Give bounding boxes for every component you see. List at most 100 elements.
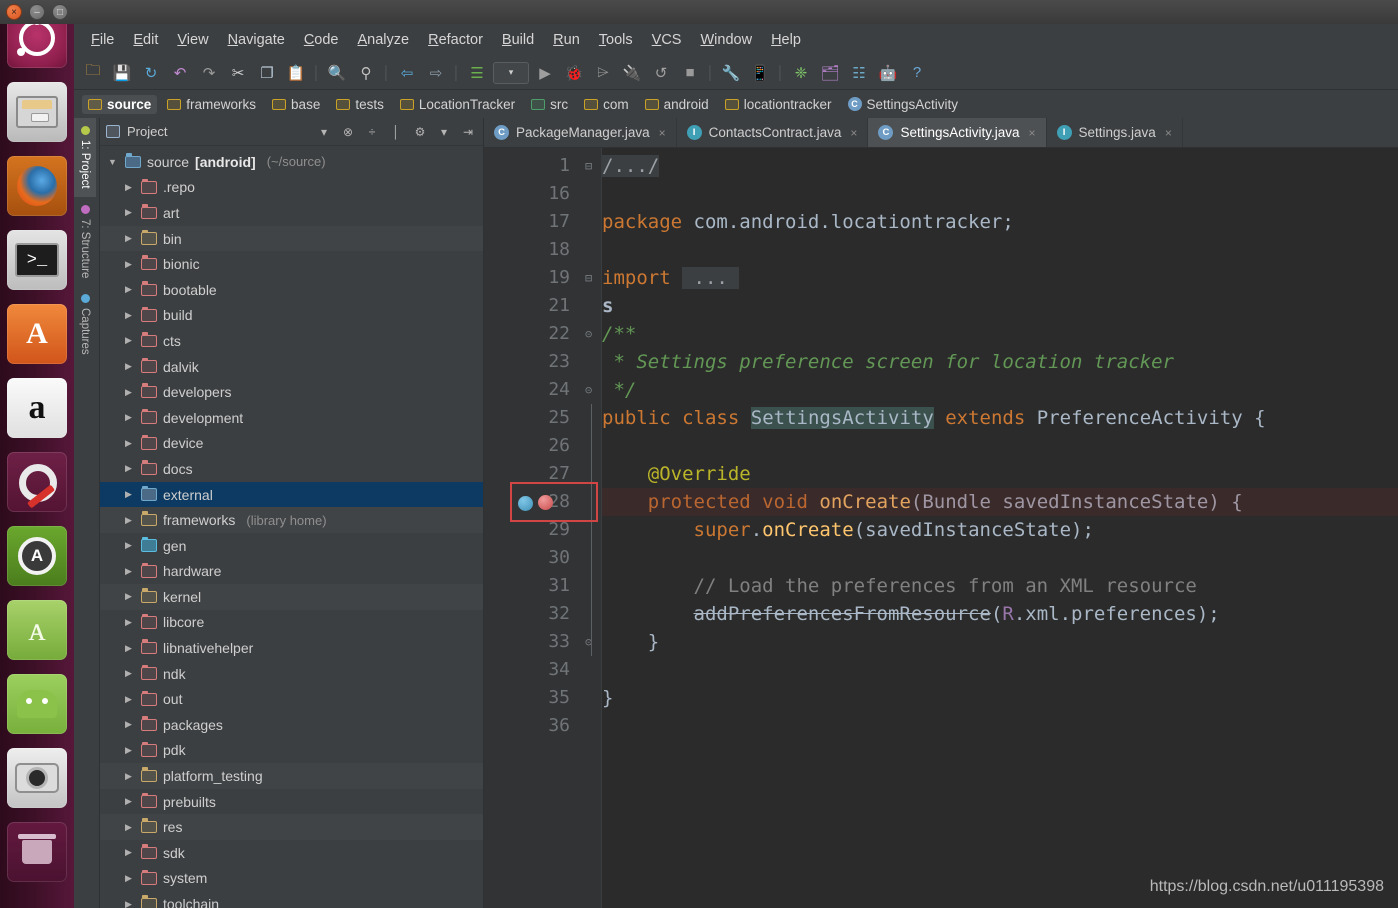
breadcrumb-item-android[interactable]: android	[639, 95, 715, 114]
tree-item-frameworks[interactable]: ▶ frameworks (library home)	[100, 507, 483, 533]
dock-item-files[interactable]	[7, 82, 67, 142]
tree-item-bionic[interactable]: ▶ bionic	[100, 251, 483, 277]
menu-item-analyze[interactable]: Analyze	[349, 29, 419, 51]
chevron-right-icon[interactable]: ▶	[122, 463, 135, 474]
tree-item-packages[interactable]: ▶ packages	[100, 712, 483, 738]
breadcrumb-item-base[interactable]: base	[266, 95, 326, 114]
editor-tab-contactscontract[interactable]: I ContactsContract.java ×	[677, 118, 869, 147]
menu-item-navigate[interactable]: Navigate	[219, 29, 294, 51]
gear-dropdown[interactable]: ▾	[435, 123, 453, 141]
tree-item-system[interactable]: ▶ system	[100, 866, 483, 892]
android-monitor-icon[interactable]: ☷	[846, 60, 872, 86]
chevron-right-icon[interactable]: ▶	[122, 899, 135, 908]
back-icon[interactable]: ⇦	[394, 60, 420, 86]
tree-item-libnativehelper[interactable]: ▶ libnativehelper	[100, 635, 483, 661]
tree-item-ndk[interactable]: ▶ ndk	[100, 661, 483, 687]
chevron-right-icon[interactable]: ▶	[122, 438, 135, 449]
tree-item-dalvik[interactable]: ▶ dalvik	[100, 354, 483, 380]
replace-icon[interactable]: ⚲	[353, 60, 379, 86]
find-icon[interactable]: 🔍	[324, 60, 350, 86]
dock-item-software-updater[interactable]: A	[7, 526, 67, 586]
menu-item-build[interactable]: Build	[493, 29, 543, 51]
chevron-down-icon[interactable]: ▼	[106, 157, 119, 167]
tree-item-sdk[interactable]: ▶ sdk	[100, 840, 483, 866]
breadcrumb-item-locationtracker[interactable]: locationtracker	[719, 95, 838, 114]
chevron-right-icon[interactable]: ▶	[122, 566, 135, 577]
tree-item-build[interactable]: ▶ build	[100, 303, 483, 329]
android-device-icon[interactable]: 🤖	[875, 60, 901, 86]
tree-item-external[interactable]: ▶ external	[100, 481, 483, 508]
line-number-gutter[interactable]: 1 16 17 18 19 21 22 23 24 25 26 27 28 29 30 31 32 33 34 35 3…	[484, 148, 580, 908]
open-project-icon[interactable]: 🗀	[80, 60, 106, 86]
avd-manager-icon[interactable]: 📱	[747, 60, 773, 86]
breadcrumb-item-tests[interactable]: tests	[330, 95, 390, 114]
chevron-right-icon[interactable]: ▶	[122, 182, 135, 193]
debug-icon[interactable]: 🐞	[561, 60, 587, 86]
tree-item-cts[interactable]: ▶ cts	[100, 328, 483, 354]
undo-icon[interactable]: ↶	[167, 60, 193, 86]
chevron-right-icon[interactable]: ▶	[122, 284, 135, 295]
menu-item-tools[interactable]: Tools	[590, 29, 642, 51]
breadcrumb-item-source[interactable]: source	[82, 94, 158, 114]
menu-item-edit[interactable]: Edit	[124, 29, 167, 51]
breakpoint-icon[interactable]	[538, 495, 553, 510]
chevron-right-icon[interactable]: ▶	[122, 796, 135, 807]
close-icon[interactable]: ×	[659, 126, 666, 140]
editor-tab-settingsactivity[interactable]: C SettingsActivity.java ×	[868, 118, 1047, 147]
tree-item-bin[interactable]: ▶ bin	[100, 225, 483, 252]
chevron-right-icon[interactable]: ▶	[122, 643, 135, 654]
chevron-right-icon[interactable]: ▶	[122, 668, 135, 679]
editor-tab-settings[interactable]: I Settings.java ×	[1047, 118, 1183, 147]
fold-marker[interactable]: ⊝	[585, 383, 592, 397]
sdk-manager-icon[interactable]: 🔧	[718, 60, 744, 86]
cut-icon[interactable]: ✂	[225, 60, 251, 86]
dock-item-amazon[interactable]: a	[7, 378, 67, 438]
menu-item-run[interactable]: Run	[544, 29, 589, 51]
window-close-button[interactable]: ×	[6, 4, 22, 20]
tree-item-device[interactable]: ▶ device	[100, 431, 483, 457]
chevron-right-icon[interactable]: ▶	[122, 412, 135, 423]
tree-item-res[interactable]: ▶ res	[100, 814, 483, 841]
coverage-icon[interactable]: ⌲	[590, 60, 616, 86]
menu-item-help[interactable]: Help	[762, 29, 810, 51]
close-icon[interactable]: ×	[1029, 126, 1036, 140]
window-maximize-button[interactable]: □	[52, 4, 68, 20]
copy-icon[interactable]: ❐	[254, 60, 280, 86]
dock-item-terminal[interactable]: >_	[7, 230, 67, 290]
method-override-icon[interactable]	[518, 496, 533, 511]
tree-item-repo[interactable]: ▶ .repo	[100, 175, 483, 201]
save-all-icon[interactable]: 💾	[109, 60, 135, 86]
help-icon[interactable]: ?	[904, 60, 930, 86]
menu-item-refactor[interactable]: Refactor	[419, 29, 492, 51]
dock-item-software-center[interactable]: A	[7, 304, 67, 364]
redo-icon[interactable]: ↷	[196, 60, 222, 86]
menu-item-file[interactable]: File	[82, 29, 123, 51]
project-view-dropdown[interactable]: ▾	[315, 123, 333, 141]
fold-marker[interactable]: ⊟	[585, 271, 592, 285]
chevron-right-icon[interactable]: ▶	[122, 719, 135, 730]
chevron-right-icon[interactable]: ▶	[122, 387, 135, 398]
chevron-right-icon[interactable]: ▶	[122, 847, 135, 858]
code-editor[interactable]: 1 16 17 18 19 21 22 23 24 25 26 27 28 29 30 31 32 33 34 35 3…	[484, 148, 1398, 908]
breadcrumb-item-locationtracker[interactable]: LocationTracker	[394, 95, 521, 114]
chevron-right-icon[interactable]: ▶	[122, 361, 135, 372]
collapse-all-button[interactable]: ⊗	[339, 123, 357, 141]
dock-item-firefox[interactable]	[7, 156, 67, 216]
tree-item-libcore[interactable]: ▶ libcore	[100, 610, 483, 636]
chevron-right-icon[interactable]: ▶	[122, 335, 135, 346]
tree-item-kernel[interactable]: ▶ kernel	[100, 584, 483, 610]
breadcrumb-item-frameworks[interactable]: frameworks	[161, 95, 262, 114]
tree-item-pdk[interactable]: ▶ pdk	[100, 738, 483, 764]
chevron-right-icon[interactable]: ▶	[122, 233, 135, 244]
chevron-right-icon[interactable]: ▶	[122, 591, 135, 602]
forward-icon[interactable]: ⇨	[423, 60, 449, 86]
expand-button[interactable]: ÷	[363, 123, 381, 141]
tree-item-developers[interactable]: ▶ developers	[100, 379, 483, 405]
fold-marker[interactable]: ⊟	[585, 159, 592, 173]
chevron-right-icon[interactable]: ▶	[122, 540, 135, 551]
stop-icon[interactable]: ■	[677, 60, 703, 86]
chevron-right-icon[interactable]: ▶	[122, 489, 135, 500]
chevron-right-icon[interactable]: ▶	[122, 515, 135, 526]
tree-item-art[interactable]: ▶ art	[100, 200, 483, 226]
tree-row-root[interactable]: ▼ source [android] (~/source)	[100, 149, 483, 175]
